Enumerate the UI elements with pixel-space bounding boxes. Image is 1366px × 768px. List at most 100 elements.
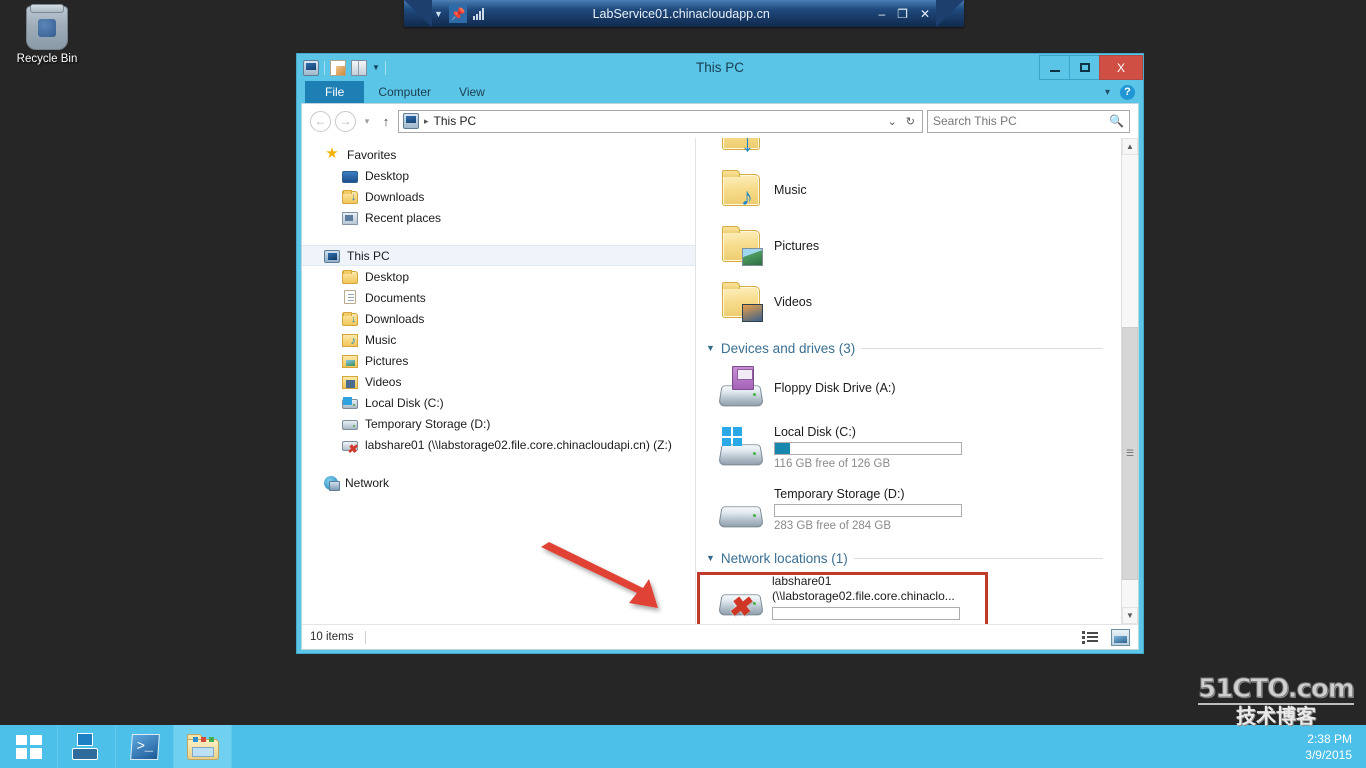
close-button[interactable]: X [1099, 55, 1143, 80]
triangle-down-icon[interactable]: ▼ [706, 343, 715, 353]
tree-item-labshare01-z[interactable]: ✖ labshare01 (\\labstorage02.file.core.c… [302, 434, 695, 455]
tree-item-local-disk-c[interactable]: Local Disk (C:) [302, 392, 695, 413]
pin-icon[interactable]: 📌 [448, 4, 467, 23]
content-pane[interactable]: ↓ Downloads ♪ Music [696, 138, 1121, 624]
minimize-button[interactable] [1039, 55, 1069, 80]
scrollbar-thumb[interactable]: ☰ [1122, 326, 1138, 580]
item-pictures[interactable]: Pictures [706, 218, 1121, 274]
taskbar-item-server-manager[interactable] [58, 725, 116, 768]
item-label: Pictures [774, 239, 820, 253]
file-explorer-icon [186, 733, 219, 760]
tree-item-label: Videos [365, 374, 402, 389]
grip-icon: ☰ [1125, 447, 1135, 458]
desktop-icon-recycle-bin[interactable]: Recycle Bin [8, 4, 86, 66]
item-floppy-disk-drive-a[interactable]: Floppy Disk Drive (A:) [706, 360, 1121, 416]
watermark: 51CTO.com 技术博客 [1196, 676, 1356, 729]
item-label: Videos [774, 295, 812, 309]
quick-access-toolbar: ▼ [303, 59, 386, 76]
taskbar-item-powershell[interactable]: >_ [116, 725, 174, 768]
scroll-up-button[interactable]: ▲ [1122, 138, 1138, 155]
rdp-restore-button[interactable]: ❐ [897, 7, 908, 21]
tree-item-this-pc[interactable]: This PC [302, 245, 695, 266]
rdp-connection-bar: ▼ 📌 LabService01.chinacloudapp.cn – ❐ ✕ [404, 0, 964, 27]
tree-item-network[interactable]: Network [302, 472, 695, 493]
divider [365, 630, 367, 644]
tree-item-temporary-storage-d[interactable]: Temporary Storage (D:) [302, 413, 695, 434]
divider [861, 347, 1103, 349]
navigation-pane[interactable]: ★ Favorites Desktop ↓ Downloads Recent p… [302, 138, 696, 624]
chevron-down-icon[interactable]: ▼ [434, 9, 443, 19]
tree-item-downloads[interactable]: ↓ Downloads [302, 308, 695, 329]
help-icon[interactable]: ? [1120, 84, 1135, 100]
tree-item-label: Desktop [365, 269, 410, 284]
back-button[interactable]: ← [310, 110, 331, 132]
tree-item-fav-downloads[interactable]: ↓ Downloads [302, 186, 695, 207]
vertical-scrollbar[interactable]: ▲ ☰ ▼ [1121, 138, 1138, 624]
monitor-icon [342, 170, 358, 183]
item-local-disk-c[interactable]: Local Disk (C:) 116 GB free of 126 GB [706, 416, 1121, 478]
breadcrumb-this-pc[interactable]: This PC [434, 114, 477, 128]
scroll-down-button[interactable]: ▼ [1122, 607, 1138, 624]
group-header-devices-and-drives[interactable]: ▼ Devices and drives (3) [706, 336, 1121, 360]
item-music[interactable]: ♪ Music [706, 162, 1121, 218]
rdp-minimize-button[interactable]: – [878, 7, 885, 21]
tree-item-label: Desktop [365, 168, 410, 183]
search-icon[interactable]: 🔍 [1109, 114, 1124, 128]
capacity-text: 116 GB free of 126 GB [774, 457, 891, 470]
forward-button[interactable]: → [335, 110, 356, 132]
item-temporary-storage-d[interactable]: Temporary Storage (D:) 283 GB free of 28… [706, 478, 1121, 540]
tree-item-fav-desktop[interactable]: Desktop [302, 165, 695, 186]
star-icon: ★ [325, 145, 339, 162]
downloads-folder-icon: ↓ [342, 189, 358, 204]
tree-item-recent-places[interactable]: Recent places [302, 207, 695, 228]
tab-computer[interactable]: Computer [364, 81, 445, 103]
item-label: Music [774, 183, 807, 197]
pictures-folder-icon [720, 224, 763, 268]
refresh-icon[interactable]: ↻ [906, 115, 915, 128]
large-icons-view-icon[interactable] [1111, 628, 1130, 646]
tree-item-videos[interactable]: Videos [302, 371, 695, 392]
scrollbar-track[interactable]: ☰ [1122, 155, 1138, 607]
tree-item-label: This PC [347, 248, 390, 263]
rdp-close-button[interactable]: ✕ [920, 7, 930, 21]
signal-bars-icon [472, 7, 484, 20]
tree-item-documents[interactable]: Documents [302, 287, 695, 308]
hard-drive-icon [718, 487, 764, 531]
server-manager-icon [71, 733, 102, 760]
tree-item-label: Documents [365, 290, 426, 305]
clock-date: 3/9/2015 [1305, 747, 1352, 762]
up-button[interactable]: ↑ [378, 114, 394, 129]
address-bar[interactable]: ▸ This PC ⌄ ↻ [398, 109, 923, 133]
tree-item-label: Recent places [365, 210, 442, 225]
recent-locations-button[interactable]: ▾ [360, 116, 374, 127]
computer-icon[interactable] [303, 59, 319, 76]
window-title-bar: ▼ This PC X [297, 54, 1143, 81]
item-videos[interactable]: Videos [706, 274, 1121, 330]
maximize-button[interactable] [1069, 55, 1099, 80]
window-body: ← → ▾ ↑ ▸ This PC ⌄ ↻ Search This PC 🔍 ★… [301, 103, 1139, 650]
taskbar-clock[interactable]: 2:38 PM 3/9/2015 [1305, 725, 1366, 768]
tab-view[interactable]: View [445, 81, 499, 103]
tab-file[interactable]: File [305, 81, 365, 103]
tree-item-pictures[interactable]: Pictures [302, 350, 695, 371]
folder-icon[interactable] [351, 59, 367, 76]
item-downloads[interactable]: ↓ Downloads [706, 138, 1121, 162]
properties-icon[interactable] [330, 59, 346, 76]
start-button[interactable] [0, 725, 58, 768]
chevron-down-icon[interactable]: ⌄ [888, 115, 897, 128]
triangle-down-icon[interactable]: ▼ [706, 553, 715, 563]
details-view-icon[interactable] [1082, 629, 1101, 646]
item-labshare01[interactable]: ✖ labshare01 (\\labstorage02.file.core.c… [706, 570, 1121, 624]
tree-item-music[interactable]: Music [302, 329, 695, 350]
chevron-down-icon[interactable]: ▾ [1105, 87, 1110, 98]
hard-drive-icon [342, 397, 358, 409]
group-header-network-locations[interactable]: ▼ Network locations (1) [706, 546, 1121, 570]
tree-item-label: Local Disk (C:) [365, 395, 444, 410]
search-box[interactable]: Search This PC 🔍 [927, 109, 1130, 133]
tree-item-desktop[interactable]: Desktop [302, 266, 695, 287]
taskbar-item-file-explorer[interactable] [174, 725, 232, 768]
chevron-down-icon[interactable]: ▼ [372, 63, 380, 72]
taskbar: >_ 2:38 PM 3/9/2015 [0, 725, 1366, 768]
tree-item-favorites[interactable]: ★ Favorites [302, 144, 695, 165]
